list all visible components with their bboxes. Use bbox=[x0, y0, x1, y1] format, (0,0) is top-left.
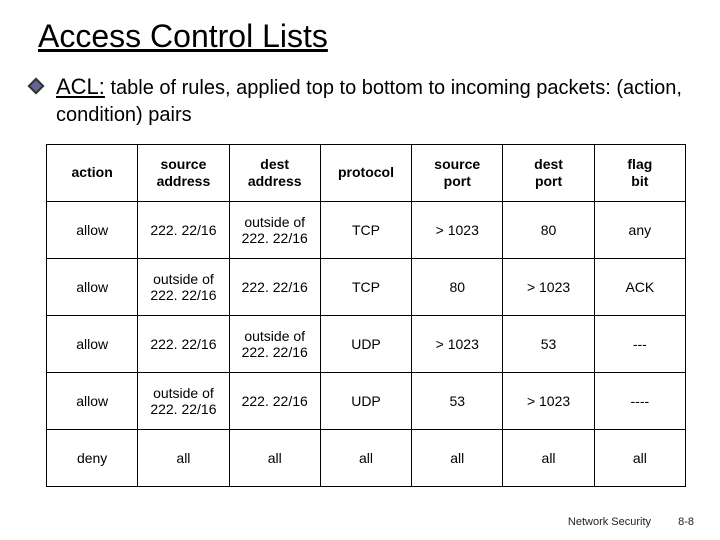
acl-label: ACL: bbox=[56, 74, 105, 99]
table-row: allow 222. 22/16 outside of 222. 22/16 T… bbox=[47, 201, 686, 258]
cell: 222. 22/16 bbox=[229, 372, 320, 429]
cell: ACK bbox=[594, 258, 685, 315]
acl-table: action source address dest address proto… bbox=[46, 144, 686, 487]
cell: all bbox=[594, 429, 685, 486]
th-source-port: source port bbox=[412, 144, 503, 201]
th-dest-address: dest address bbox=[229, 144, 320, 201]
cell: --- bbox=[594, 315, 685, 372]
cell: allow bbox=[47, 258, 138, 315]
cell: any bbox=[594, 201, 685, 258]
cell: > 1023 bbox=[503, 372, 594, 429]
cell: TCP bbox=[320, 258, 411, 315]
cell: allow bbox=[47, 201, 138, 258]
cell: 80 bbox=[412, 258, 503, 315]
th-action: action bbox=[47, 144, 138, 201]
cell: > 1023 bbox=[503, 258, 594, 315]
table-header-row: action source address dest address proto… bbox=[47, 144, 686, 201]
cell: TCP bbox=[320, 201, 411, 258]
th-dest-port: dest port bbox=[503, 144, 594, 201]
bullet-text: ACL: table of rules, applied top to bott… bbox=[56, 73, 688, 128]
cell: allow bbox=[47, 372, 138, 429]
cell: outside of 222. 22/16 bbox=[229, 315, 320, 372]
cell: 53 bbox=[412, 372, 503, 429]
table-row: deny all all all all all all bbox=[47, 429, 686, 486]
cell: all bbox=[412, 429, 503, 486]
cell: ---- bbox=[594, 372, 685, 429]
table-row: allow outside of 222. 22/16 222. 22/16 T… bbox=[47, 258, 686, 315]
bullet-row: ACL: table of rules, applied top to bott… bbox=[44, 73, 688, 128]
cell: 53 bbox=[503, 315, 594, 372]
footer-label: Network Security bbox=[568, 516, 651, 528]
cell: all bbox=[503, 429, 594, 486]
th-source-address: source address bbox=[138, 144, 229, 201]
th-protocol: protocol bbox=[320, 144, 411, 201]
cell: all bbox=[138, 429, 229, 486]
cell: UDP bbox=[320, 315, 411, 372]
cell: outside of 222. 22/16 bbox=[229, 201, 320, 258]
footer: Network Security 8-8 bbox=[568, 516, 694, 528]
cell: allow bbox=[47, 315, 138, 372]
cell: UDP bbox=[320, 372, 411, 429]
table-row: allow outside of 222. 22/16 222. 22/16 U… bbox=[47, 372, 686, 429]
page-number: 8-8 bbox=[678, 516, 694, 528]
cell: deny bbox=[47, 429, 138, 486]
table-row: allow 222. 22/16 outside of 222. 22/16 U… bbox=[47, 315, 686, 372]
cell: 222. 22/16 bbox=[138, 315, 229, 372]
cell: > 1023 bbox=[412, 201, 503, 258]
cell: outside of 222. 22/16 bbox=[138, 258, 229, 315]
th-flag-bit: flag bit bbox=[594, 144, 685, 201]
cell: outside of 222. 22/16 bbox=[138, 372, 229, 429]
bullet-diamond-icon bbox=[28, 78, 45, 95]
cell: > 1023 bbox=[412, 315, 503, 372]
cell: 222. 22/16 bbox=[138, 201, 229, 258]
cell: 80 bbox=[503, 201, 594, 258]
cell: 222. 22/16 bbox=[229, 258, 320, 315]
slide-title: Access Control Lists bbox=[38, 18, 688, 55]
cell: all bbox=[320, 429, 411, 486]
cell: all bbox=[229, 429, 320, 486]
bullet-rest: table of rules, applied top to bottom to… bbox=[56, 77, 682, 126]
